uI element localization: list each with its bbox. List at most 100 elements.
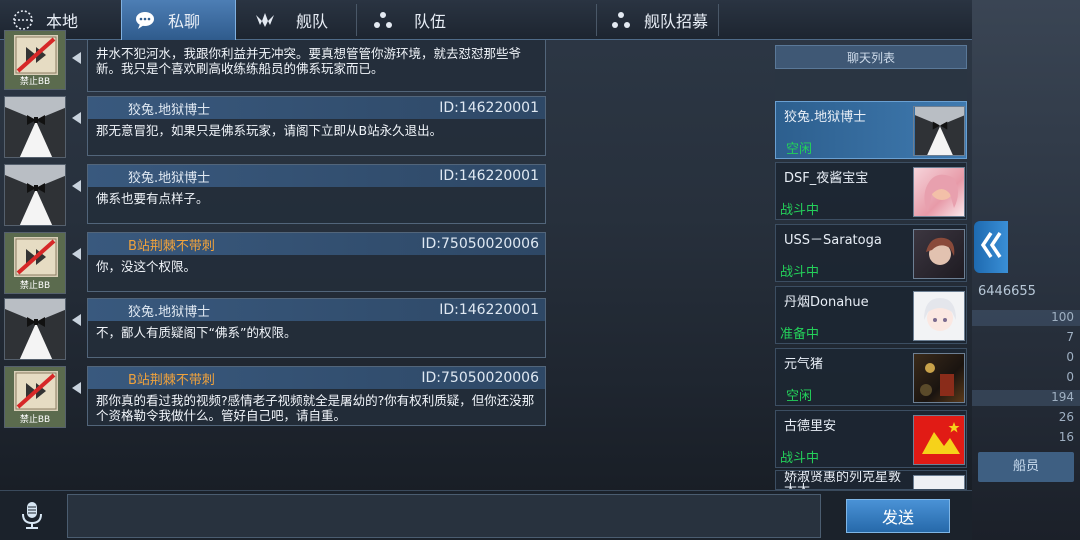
white-anime-avatar-icon: [913, 291, 965, 341]
message-text: 井水不犯河水，我跟你利益并无冲突。要真想管管你游环境，就去怼怼那些爷新。我只是个…: [96, 46, 522, 76]
background-stat: 194: [1051, 390, 1074, 404]
message-bubble: 狡兔.地狱博士 ID:146220001 佛系也要有点样子。: [87, 164, 546, 224]
avatar[interactable]: 禁止BB: [4, 232, 66, 294]
message-text: 那你真的看过我的视频?感情老子视频就全是屠幼的?你有权利质疑，但你还没那个资格勒…: [96, 393, 535, 423]
banned-sign-icon: [14, 237, 58, 277]
chat-list-header: 聊天列表: [775, 45, 967, 69]
message-bubble: 狡兔.地狱博士 ID:146220001 不，鄙人有质疑阁下“佛系”的权限。: [87, 298, 546, 358]
team-dots-icon: [372, 9, 394, 31]
chat-list-item-name: 古德里安: [784, 419, 837, 434]
light-anime-avatar-icon: [913, 475, 965, 489]
background-stat: 0: [1066, 370, 1074, 384]
chat-list-item-name: 狡兔.地狱博士: [784, 110, 867, 125]
chat-message: 禁止BB B站荆棘不带刺 ID:75050020006 你，没这个权限。: [0, 232, 548, 298]
message-header: B站荆棘不带刺 ID:75050020006: [88, 233, 545, 255]
sender-name[interactable]: B站荆棘不带刺: [128, 235, 215, 254]
banned-sign-icon: [14, 35, 58, 75]
message-bubble: B站荆棘不带刺 ID:75050020006 那你真的看过我的视频?感情老子视频…: [87, 366, 546, 426]
tab-team-label: 队伍: [414, 12, 447, 31]
tuxedo-icon: [5, 97, 65, 157]
red-flag-avatar-icon: [913, 415, 965, 465]
chat-message: 禁止BB 井水不犯河水，我跟你利益并无冲突。要真想管管你游环境，就去怼怼那些爷新…: [0, 30, 548, 94]
chat-list-item[interactable]: 元气猪 空闲: [775, 348, 967, 406]
tuxedo-avatar-icon: [913, 106, 965, 156]
message-header: 狡兔.地狱博士 ID:146220001: [88, 165, 545, 187]
sender-id: ID:146220001: [439, 168, 539, 184]
tab-fleet-recruit[interactable]: 舰队招募: [598, 0, 718, 40]
message-text: 你，没这个权限。: [96, 259, 197, 274]
chat-list-item-name: 元气猪: [784, 357, 824, 372]
message-input[interactable]: [67, 494, 821, 538]
background-stat: 100: [1051, 310, 1074, 324]
message-text: 佛系也要有点样子。: [96, 191, 209, 206]
avatar[interactable]: 禁止BB: [4, 366, 66, 428]
message-header: 狡兔.地狱博士 ID:146220001: [88, 299, 545, 321]
chat-list-item-status: 战斗中: [780, 203, 820, 218]
banned-sign-icon: [14, 371, 58, 411]
tuxedo-icon: [5, 165, 65, 225]
tab-fleet-label: 舰队: [296, 12, 329, 31]
collapse-panel-button[interactable]: [974, 221, 1008, 273]
chat-list-item-status: 战斗中: [780, 451, 820, 466]
chat-list-item-status: 空闲: [786, 389, 813, 404]
background-stat: 16: [1058, 430, 1074, 444]
fleet-wing-icon: [254, 9, 276, 31]
background-number: 6446655: [978, 284, 1036, 299]
chat-list-item[interactable]: DSF_夜酱宝宝 战斗中: [775, 162, 967, 220]
avatar[interactable]: [4, 298, 66, 360]
send-button[interactable]: 发送: [846, 499, 950, 533]
message-text: 不，鄙人有质疑阁下“佛系”的权限。: [96, 325, 297, 340]
message-header: 狡兔.地狱博士 ID:146220001: [88, 97, 545, 119]
sender-name[interactable]: B站荆棘不带刺: [128, 369, 215, 388]
chat-list-item-name: 娇淑贤惠的列克星敦太太: [784, 470, 902, 489]
chat-list-item-status: 空闲: [786, 142, 813, 157]
chat-list-item-status: 准备中: [780, 327, 820, 342]
chat-list-item-name: 丹烟Donahue: [784, 295, 869, 310]
background-stat: 7: [1066, 330, 1074, 344]
tab-fleet-recruit-label: 舰队招募: [644, 12, 709, 31]
chat-message: 狡兔.地狱博士 ID:146220001 不，鄙人有质疑阁下“佛系”的权限。: [0, 298, 548, 364]
message-bubble: 狡兔.地狱博士 ID:146220001 那无意冒犯，如果只是佛系玩家，请阁下立…: [87, 96, 546, 156]
tab-private-chat-label: 私聊: [168, 12, 201, 31]
bubble-arrow-icon: [72, 382, 81, 394]
voice-input-button[interactable]: [14, 499, 50, 535]
chat-list-item[interactable]: 娇淑贤惠的列克星敦太太: [775, 470, 967, 490]
chat-list-item[interactable]: 丹烟Donahue 准备中: [775, 286, 967, 344]
sender-name[interactable]: 狡兔.地狱博士: [128, 301, 210, 320]
message-bubble: 井水不犯河水，我跟你利益并无冲突。要真想管管你游环境，就去怼怼那些爷新。我只是个…: [87, 40, 546, 92]
tuxedo-icon: [5, 299, 65, 359]
globe-icon: [12, 9, 34, 31]
pink-anime-avatar-icon: [913, 167, 965, 217]
chat-list-item[interactable]: USS－Saratoga 战斗中: [775, 224, 967, 282]
chat-message: 禁止BB B站荆棘不带刺 ID:75050020006 那你真的看过我的视频?感…: [0, 366, 548, 432]
chat-list-item[interactable]: 古德里安 战斗中: [775, 410, 967, 468]
chat-bubble-icon: [134, 9, 156, 31]
chat-list-item-name: DSF_夜酱宝宝: [784, 171, 869, 186]
chat-list-item[interactable]: 狡兔.地狱博士 空闲: [775, 101, 967, 159]
chat-message: 狡兔.地狱博士 ID:146220001 那无意冒犯，如果只是佛系玩家，请阁下立…: [0, 96, 548, 162]
sender-id: ID:75050020006: [421, 236, 539, 252]
bubble-arrow-icon: [72, 314, 81, 326]
sender-name[interactable]: 狡兔.地狱博士: [128, 99, 210, 118]
sender-id: ID:146220001: [439, 302, 539, 318]
crew-button: 船员: [978, 452, 1074, 482]
avatar[interactable]: [4, 164, 66, 226]
chat-list-spacer: [775, 70, 967, 100]
background-stat: 26: [1058, 410, 1074, 424]
chat-input-bar: 发送: [0, 490, 972, 540]
message-header: B站荆棘不带刺 ID:75050020006: [88, 367, 545, 389]
recruit-dots-icon: [610, 9, 632, 31]
dark-photo-avatar-icon: [913, 353, 965, 403]
message-text: 那无意冒犯，如果只是佛系玩家，请阁下立即从B站永久退出。: [96, 123, 443, 138]
sender-id: ID:75050020006: [421, 370, 539, 386]
bubble-arrow-icon: [72, 180, 81, 192]
sender-name[interactable]: 狡兔.地狱博士: [128, 167, 210, 186]
message-bubble: B站荆棘不带刺 ID:75050020006 你，没这个权限。: [87, 232, 546, 292]
chat-message: 狡兔.地狱博士 ID:146220001 佛系也要有点样子。: [0, 164, 548, 230]
chat-list-item-status: 战斗中: [780, 265, 820, 280]
bubble-arrow-icon: [72, 248, 81, 260]
chat-list-item-name: USS－Saratoga: [784, 233, 882, 248]
bubble-arrow-icon: [72, 52, 81, 64]
avatar[interactable]: [4, 96, 66, 158]
avatar[interactable]: 禁止BB: [4, 30, 66, 90]
